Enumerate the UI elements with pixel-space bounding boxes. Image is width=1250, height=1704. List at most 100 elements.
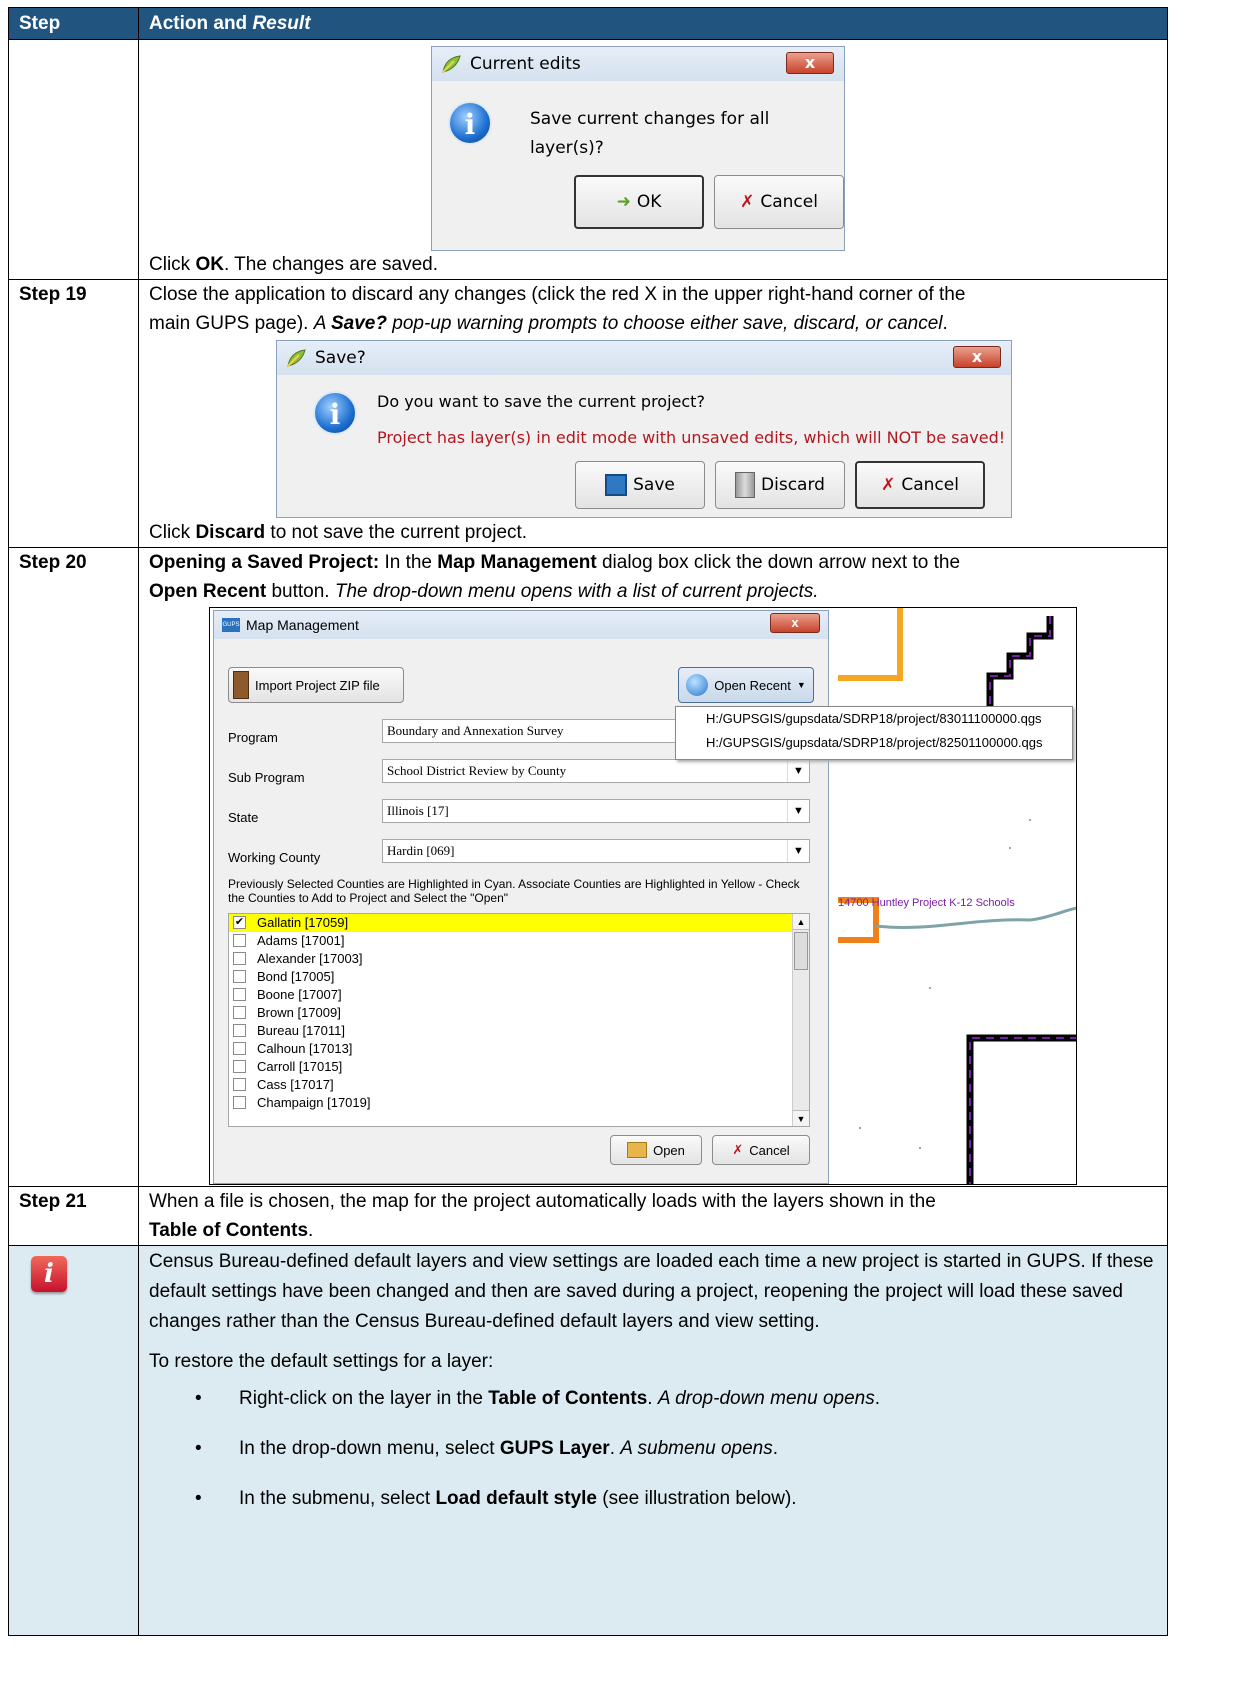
- scroll-thumb[interactable]: [794, 932, 808, 970]
- county-checkbox[interactable]: [233, 988, 246, 1001]
- county-checkbox[interactable]: [233, 1078, 246, 1091]
- text: In the: [379, 552, 438, 573]
- program-value: Boundary and Annexation Survey: [387, 723, 564, 738]
- close-button[interactable]: x: [770, 613, 820, 633]
- county-list-item[interactable]: Bureau [17011]: [229, 1022, 809, 1040]
- county-list-item[interactable]: Adams [17001]: [229, 932, 809, 950]
- close-button[interactable]: x: [953, 346, 1001, 368]
- cancel-x-icon: ✗: [881, 474, 896, 495]
- cancel-label: Cancel: [749, 1142, 790, 1158]
- header-action-label: Action and: [149, 13, 253, 34]
- text-italic: A drop-down menu opens: [657, 1388, 875, 1409]
- note-icon-cell: i: [8, 1245, 139, 1636]
- save-button[interactable]: Save: [575, 461, 705, 509]
- cancel-button[interactable]: ✗ Cancel: [712, 1135, 810, 1165]
- step20-line1: Opening a Saved Project: In the Map Mana…: [149, 548, 1159, 577]
- dialog-message: Do you want to save the current project?: [377, 392, 705, 411]
- import-project-zip-button[interactable]: Import Project ZIP file: [228, 667, 404, 703]
- text: Click: [149, 254, 196, 275]
- recent-project-item[interactable]: H:/GUPSGIS/gupsdata/SDRP18/project/83011…: [676, 707, 1072, 731]
- cancel-x-icon: ✗: [740, 191, 755, 212]
- cancel-button[interactable]: ✗ Cancel: [855, 461, 985, 509]
- step21-line1: When a file is chosen, the map for the p…: [149, 1191, 936, 1212]
- county-name: Brown [17009]: [257, 1005, 341, 1020]
- steps-table: Step Action and Result Current edits x i…: [8, 7, 1168, 1636]
- list-item: In the drop-down menu, select GUPS Layer…: [149, 1434, 1159, 1463]
- scroll-up-arrow[interactable]: ▲: [793, 914, 809, 930]
- open-button[interactable]: Open: [610, 1135, 702, 1165]
- close-button[interactable]: x: [786, 52, 834, 74]
- county-list-item[interactable]: Brown [17009]: [229, 1004, 809, 1022]
- text-italic: The drop-down menu opens with a list of …: [334, 581, 819, 602]
- subprogram-value: School District Review by County: [387, 763, 567, 778]
- action-cell: Close the application to discard any cha…: [138, 279, 1168, 548]
- table-row: Step 19 Close the application to discard…: [8, 279, 1168, 548]
- county-name: Cass [17017]: [257, 1077, 334, 1092]
- save-label: Save: [633, 474, 675, 495]
- step-number: Step 20: [8, 547, 139, 1187]
- action-cell: Opening a Saved Project: In the Map Mana…: [138, 547, 1168, 1187]
- county-list-item[interactable]: Alexander [17003]: [229, 950, 809, 968]
- open-recent-button[interactable]: Open Recent ▼: [678, 667, 814, 703]
- county-name: Boone [17007]: [257, 987, 342, 1002]
- current-edits-screenshot: Current edits x i Save current changes f…: [149, 40, 1159, 251]
- county-list-item[interactable]: Bond [17005]: [229, 968, 809, 986]
- text-bold: Map Management: [437, 552, 597, 573]
- county-checkbox[interactable]: [233, 1006, 246, 1019]
- ok-button[interactable]: ➜ OK: [574, 175, 704, 229]
- county-checkbox[interactable]: [233, 1042, 246, 1055]
- county-checkbox[interactable]: [233, 952, 246, 965]
- county-checkbox[interactable]: [233, 1060, 246, 1073]
- scroll-down-arrow[interactable]: ▼: [793, 1110, 809, 1126]
- step19-line1: Close the application to discard any cha…: [149, 284, 966, 305]
- county-list-item[interactable]: Calhoun [17013]: [229, 1040, 809, 1058]
- text-italic: A submenu opens: [620, 1438, 773, 1459]
- cancel-button[interactable]: ✗ Cancel: [714, 175, 844, 229]
- county-name: Adams [17001]: [257, 933, 345, 948]
- program-label: Program: [228, 730, 278, 745]
- county-list-item[interactable]: Champaign [17019]: [229, 1094, 809, 1112]
- county-list-item[interactable]: Cass [17017]: [229, 1076, 809, 1094]
- dialog-title: Current edits: [470, 53, 581, 74]
- action-cell: Current edits x i Save current changes f…: [138, 39, 1168, 280]
- floppy-disk-icon: [605, 474, 628, 496]
- county-list[interactable]: ✔ Gallatin [17059] Adams [17001] Alexander …: [228, 913, 810, 1127]
- cancel-x-icon: ✗: [732, 1142, 744, 1158]
- subprogram-select[interactable]: School District Review by County ▼: [382, 759, 810, 783]
- dialog-title: Map Management: [246, 616, 359, 633]
- discard-button[interactable]: Discard: [715, 461, 845, 509]
- text: to not save the current project.: [265, 522, 528, 543]
- text: In the submenu, select: [239, 1488, 436, 1509]
- county-select[interactable]: Hardin [069] ▼: [382, 839, 810, 863]
- information-icon: i: [31, 1256, 67, 1292]
- scrollbar[interactable]: ▲ ▼: [792, 914, 809, 1126]
- state-select[interactable]: Illinois [17] ▼: [382, 799, 810, 823]
- step-number: Step 21: [8, 1186, 139, 1246]
- text: main GUPS page).: [149, 313, 314, 334]
- text: .: [874, 1388, 881, 1409]
- folder-icon: [627, 1142, 648, 1158]
- qgis-leaf-icon: [442, 55, 461, 73]
- county-checkbox[interactable]: [233, 1024, 246, 1037]
- table-header-row: Step Action and Result: [8, 7, 1168, 40]
- county-name: Carroll [17015]: [257, 1059, 343, 1074]
- county-checkbox[interactable]: [233, 970, 246, 983]
- county-name: Alexander [17003]: [257, 951, 363, 966]
- recent-project-item[interactable]: H:/GUPSGIS/gupsdata/SDRP18/project/82501…: [676, 731, 1072, 755]
- trash-can-icon: [735, 472, 756, 498]
- county-list-item[interactable]: Carroll [17015]: [229, 1058, 809, 1076]
- county-checkbox[interactable]: [233, 934, 246, 947]
- text: Click: [149, 522, 196, 543]
- cancel-label: Cancel: [901, 474, 959, 495]
- text: .: [609, 1438, 621, 1459]
- info-icon: i: [313, 391, 357, 435]
- discard-label: Discard: [761, 474, 825, 495]
- county-list-item[interactable]: Boone [17007]: [229, 986, 809, 1004]
- list-item: In the submenu, select Load default styl…: [149, 1484, 1159, 1513]
- text: pop-up warning prompts to choose either …: [386, 313, 943, 334]
- county-checkbox[interactable]: ✔: [233, 916, 246, 929]
- county-list-item[interactable]: ✔ Gallatin [17059]: [229, 914, 809, 932]
- county-checkbox[interactable]: [233, 1096, 246, 1109]
- county-value: Hardin [069]: [387, 843, 455, 858]
- county-name: Calhoun [17013]: [257, 1041, 353, 1056]
